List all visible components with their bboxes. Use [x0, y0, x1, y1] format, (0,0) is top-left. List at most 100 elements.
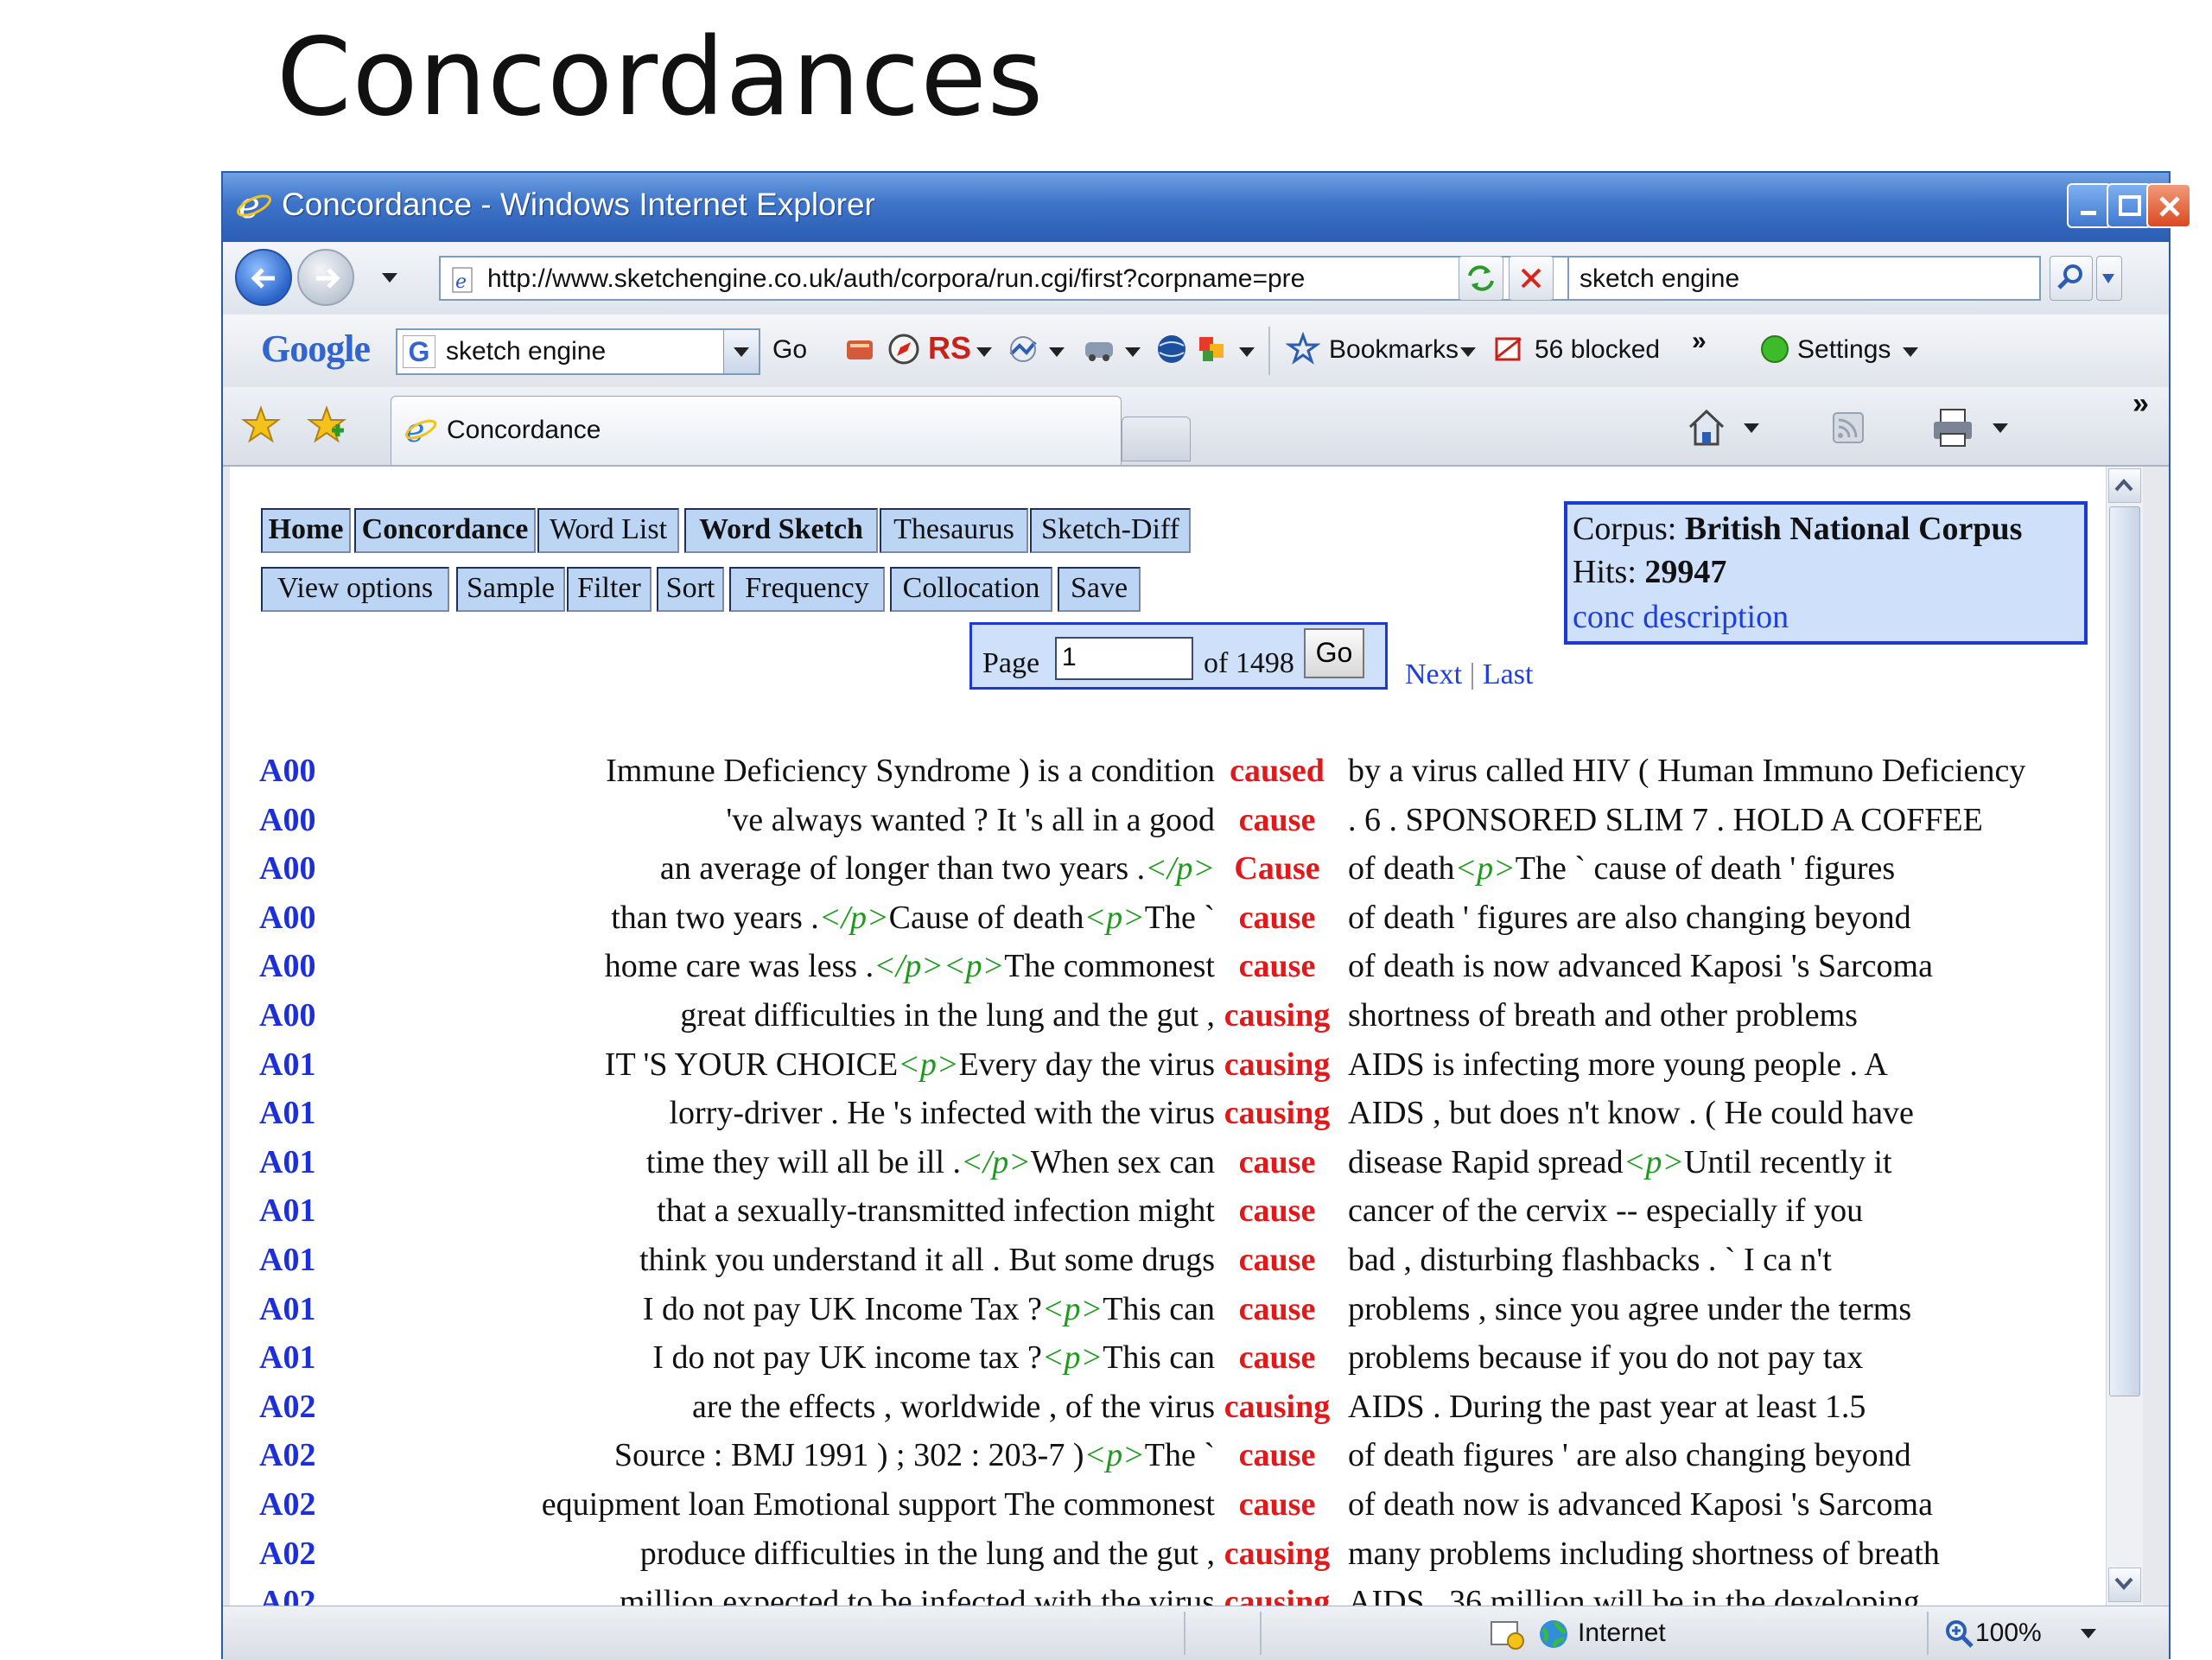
scroll-thumb[interactable]: [2109, 506, 2140, 1396]
new-tab-button[interactable]: [1122, 417, 1191, 461]
frequency-button[interactable]: Frequency: [729, 567, 885, 612]
collocation-button[interactable]: Collocation: [890, 567, 1052, 612]
compass-icon[interactable]: [887, 332, 921, 366]
star-icon[interactable]: [1286, 332, 1320, 366]
keyword-in-context[interactable]: causing: [1220, 1535, 1334, 1573]
scroll-up-button[interactable]: [2108, 468, 2141, 503]
keyword-in-context[interactable]: causing: [1220, 1094, 1334, 1132]
doc-reference-link[interactable]: A02: [259, 1535, 315, 1573]
doc-reference-link[interactable]: A01: [259, 1192, 315, 1230]
google-settings-button[interactable]: Settings: [1797, 335, 1891, 365]
feeds-icon[interactable]: [1830, 410, 1868, 448]
autofill-chevron-icon[interactable]: [1239, 347, 1255, 357]
doc-reference-link[interactable]: A00: [259, 947, 315, 985]
stop-button[interactable]: [1509, 256, 1554, 301]
page-number-input[interactable]: 1: [1055, 637, 1193, 680]
scroll-down-button[interactable]: [2108, 1568, 2141, 1602]
nav-thesaurus-button[interactable]: Thesaurus: [880, 508, 1028, 553]
home-chevron-icon[interactable]: [1744, 423, 1759, 433]
bookmarks-chevron-icon[interactable]: [1460, 347, 1476, 357]
rs-button[interactable]: RS: [928, 330, 971, 366]
print-chevron-icon[interactable]: [1993, 423, 2008, 433]
translate-chevron-icon[interactable]: [1125, 347, 1141, 357]
blocked-count[interactable]: 56 blocked: [1535, 335, 1660, 365]
forward-button[interactable]: [297, 249, 354, 306]
doc-reference-link[interactable]: A00: [259, 899, 315, 937]
add-favorites-icon[interactable]: [306, 404, 347, 446]
google-go-button[interactable]: Go: [772, 335, 807, 365]
favorites-star-icon[interactable]: [240, 404, 282, 446]
globe-icon[interactable]: [1154, 332, 1189, 366]
autofill-icon[interactable]: [1194, 332, 1229, 366]
nav-sketch-diff-button[interactable]: Sketch-Diff: [1030, 508, 1191, 553]
nav-home-button[interactable]: Home: [261, 508, 351, 553]
doc-reference-link[interactable]: A01: [259, 1046, 315, 1084]
back-button[interactable]: [235, 249, 292, 306]
spellcheck-chevron-icon[interactable]: [1049, 347, 1065, 357]
doc-reference-link[interactable]: A01: [259, 1094, 315, 1132]
doc-reference-link[interactable]: A01: [259, 1339, 315, 1377]
keyword-in-context[interactable]: cause: [1220, 899, 1334, 937]
keyword-in-context[interactable]: causing: [1220, 1046, 1334, 1084]
conc-description-link[interactable]: conc description: [1573, 598, 1789, 636]
keyword-in-context[interactable]: cause: [1220, 1290, 1334, 1328]
vertical-scrollbar[interactable]: [2106, 467, 2143, 1606]
maximize-button[interactable]: [2107, 183, 2152, 228]
search-options-button[interactable]: [2096, 256, 2122, 301]
doc-reference-link[interactable]: A00: [259, 849, 315, 887]
zoom-icon[interactable]: [1942, 1617, 1977, 1651]
keyword-in-context[interactable]: caused: [1220, 752, 1334, 790]
bookmarks-button[interactable]: Bookmarks: [1329, 335, 1459, 365]
keyword-in-context[interactable]: cause: [1220, 1436, 1334, 1474]
doc-reference-link[interactable]: A02: [259, 1388, 315, 1426]
keyword-in-context[interactable]: cause: [1220, 1192, 1334, 1230]
sort-button[interactable]: Sort: [657, 567, 724, 612]
keyword-in-context[interactable]: cause: [1220, 801, 1334, 839]
keyword-in-context[interactable]: Cause: [1220, 849, 1334, 887]
popup-blocker-icon[interactable]: [1491, 332, 1526, 366]
refresh-button[interactable]: [1459, 256, 1503, 301]
google-search-box[interactable]: G sketch engine: [396, 328, 760, 375]
keyword-in-context[interactable]: cause: [1220, 1241, 1334, 1279]
doc-reference-link[interactable]: A00: [259, 752, 315, 790]
keyword-in-context[interactable]: cause: [1220, 1485, 1334, 1523]
doc-reference-link[interactable]: A01: [259, 1143, 315, 1181]
doc-reference-link[interactable]: A02: [259, 1436, 315, 1474]
save-button[interactable]: Save: [1058, 567, 1141, 612]
nav-word-list-button[interactable]: Word List: [537, 508, 679, 553]
rs-chevron-icon[interactable]: [976, 347, 992, 357]
spellcheck-icon[interactable]: [1006, 332, 1040, 366]
keyword-in-context[interactable]: causing: [1220, 996, 1334, 1034]
keyword-in-context[interactable]: cause: [1220, 1339, 1334, 1377]
doc-reference-link[interactable]: A02: [259, 1485, 315, 1523]
translate-icon[interactable]: [1082, 332, 1116, 366]
zoom-chevron-icon[interactable]: [2081, 1629, 2096, 1638]
keyword-in-context[interactable]: causing: [1220, 1583, 1334, 1606]
nav-word-sketch-button[interactable]: Word Sketch: [684, 508, 878, 553]
google-search-dropdown[interactable]: [723, 330, 759, 373]
address-url[interactable]: http://www.sketchengine.co.uk/auth/corpo…: [487, 264, 1585, 294]
home-icon[interactable]: [1685, 406, 1728, 449]
recent-pages-chevron-icon[interactable]: [382, 273, 397, 283]
last-link[interactable]: Last: [1483, 658, 1534, 690]
keyword-in-context[interactable]: cause: [1220, 1143, 1334, 1181]
page-go-button[interactable]: Go: [1304, 628, 1364, 678]
tab-concordance[interactable]: e Concordance: [391, 396, 1122, 465]
doc-reference-link[interactable]: A02: [259, 1583, 315, 1606]
keyword-in-context[interactable]: cause: [1220, 947, 1334, 985]
command-bar-more-icon[interactable]: »: [2133, 387, 2149, 421]
doc-reference-link[interactable]: A01: [259, 1290, 315, 1328]
sample-button[interactable]: Sample: [456, 567, 565, 612]
news-icon[interactable]: [843, 332, 878, 366]
settings-chevron-icon[interactable]: [1903, 347, 1918, 357]
google-toolbar-more-icon[interactable]: »: [1692, 327, 1707, 356]
filter-button[interactable]: Filter: [567, 567, 652, 612]
nav-concordance-button[interactable]: Concordance: [354, 508, 536, 553]
minimize-button[interactable]: [2067, 183, 2112, 228]
print-icon[interactable]: [1930, 406, 1975, 449]
close-window-button[interactable]: [2146, 183, 2191, 228]
search-button[interactable]: [2050, 256, 2093, 301]
zoom-level[interactable]: 100%: [1975, 1619, 2042, 1648]
keyword-in-context[interactable]: causing: [1220, 1388, 1334, 1426]
doc-reference-link[interactable]: A00: [259, 996, 315, 1034]
